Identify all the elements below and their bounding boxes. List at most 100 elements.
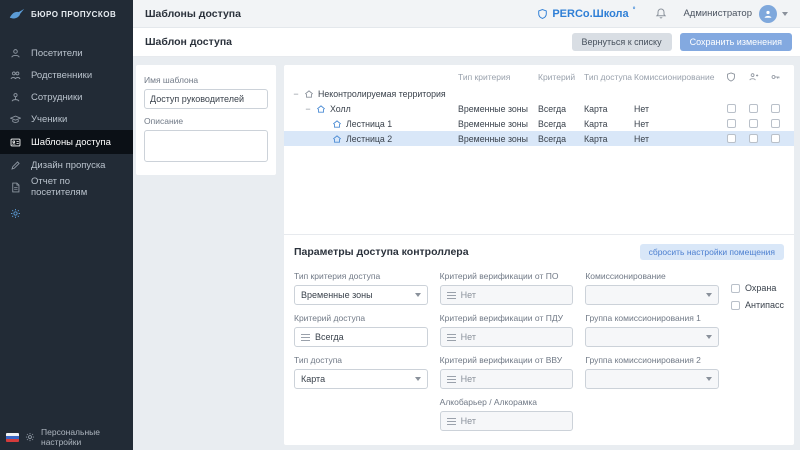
guard-checkbox[interactable] (727, 119, 736, 128)
commissioning-checkbox[interactable] (749, 134, 758, 143)
collapse-toggle[interactable]: − (304, 104, 312, 114)
template-name-input[interactable] (144, 89, 268, 109)
name-label: Имя шаблона (144, 75, 268, 85)
sidebar: БЮРО ПРОПУСКОВ Посетители Родственники С… (0, 0, 133, 450)
column-criteria: Критерий (538, 72, 584, 82)
sidebar-item-settings[interactable] (0, 202, 133, 224)
checkbox-label: Антипасс (745, 300, 784, 310)
field-label: Группа комиссионирования 2 (585, 355, 719, 365)
verification-vvu-input[interactable]: Нет (440, 369, 574, 389)
tree-row-hall[interactable]: − Холл Временные зоны Всегда Карта Нет (284, 101, 794, 116)
app-logo: БЮРО ПРОПУСКОВ (0, 0, 133, 28)
input-value: Нет (461, 416, 476, 426)
cell-criteria: Всегда (538, 119, 584, 129)
guard-checkbox[interactable] (727, 134, 736, 143)
key-checkbox[interactable] (771, 134, 780, 143)
report-icon (10, 182, 22, 193)
template-description-input[interactable] (144, 130, 268, 162)
guard-checkbox[interactable] (727, 104, 736, 113)
chevron-down-icon (706, 293, 712, 297)
cell-commissioning: Нет (634, 119, 720, 129)
template-form-card: Имя шаблона Описание (136, 65, 276, 175)
commissioning-group-2-select[interactable] (585, 369, 719, 389)
brand: PERCo.Школа ° (537, 8, 635, 20)
collapse-toggle[interactable]: − (292, 89, 300, 99)
rooms-tree: Тип критерия Критерий Тип доступа Комисс… (284, 65, 794, 234)
tree-row-label: Лестница 1 (346, 119, 392, 129)
gear-icon (10, 208, 22, 219)
guard-option[interactable]: Охрана (731, 283, 784, 293)
content: Имя шаблона Описание Тип критерия Критер… (133, 57, 800, 450)
field-label: Тип критерия доступа (294, 271, 428, 281)
select-value: Временные зоны (301, 290, 373, 300)
tree-row-stairs-2[interactable]: − Лестница 2 Временные зоны Всегда Карта… (284, 131, 794, 146)
commissioning-select[interactable] (585, 285, 719, 305)
territory-icon (304, 89, 314, 99)
back-to-list-button[interactable]: Вернуться к списку (572, 33, 672, 51)
input-value: Нет (461, 290, 476, 300)
antipass-option[interactable]: Антипасс (731, 300, 784, 310)
access-criteria-input[interactable]: Всегда (294, 327, 428, 347)
sidebar-item-pass-design[interactable]: Дизайн пропуска (0, 154, 133, 176)
tree-row-territory[interactable]: − Неконтролируемая территория (284, 86, 794, 101)
people-icon (10, 70, 22, 81)
user-name[interactable]: Администратор (683, 8, 752, 19)
verification-po-input[interactable]: Нет (440, 285, 574, 305)
key-checkbox[interactable] (771, 119, 780, 128)
antipass-checkbox[interactable] (731, 301, 740, 310)
alcobarrier-input[interactable]: Нет (440, 411, 574, 431)
russian-flag-icon[interactable] (6, 433, 19, 442)
field-label: Алкобарьер / Алкорамка (440, 397, 574, 407)
sidebar-item-label: Ученики (31, 114, 67, 125)
employee-icon (10, 92, 22, 103)
key-icon (764, 72, 786, 82)
field-label: Критерий верификации от ВВУ (440, 355, 574, 365)
commissioning-checkbox[interactable] (749, 119, 758, 128)
sidebar-item-relatives[interactable]: Родственники (0, 64, 133, 86)
avatar[interactable] (759, 5, 777, 23)
verification-pdu-input[interactable]: Нет (440, 327, 574, 347)
cell-commissioning: Нет (634, 104, 720, 114)
field-label: Критерий верификации от ПДУ (440, 313, 574, 323)
template-toolbar: Шаблон доступа Вернуться к списку Сохран… (133, 28, 800, 57)
save-changes-button[interactable]: Сохранить изменения (680, 33, 792, 51)
commissioning-checkbox[interactable] (749, 104, 758, 113)
cell-commissioning: Нет (634, 134, 720, 144)
brand-shield-icon (537, 8, 548, 20)
sidebar-item-employees[interactable]: Сотрудники (0, 86, 133, 108)
list-icon (301, 334, 310, 341)
template-title: Шаблон доступа (145, 36, 232, 48)
reset-room-settings-button[interactable]: сбросить настройки помещения (640, 244, 784, 260)
tree-row-stairs-1[interactable]: − Лестница 1 Временные зоны Всегда Карта… (284, 116, 794, 131)
bell-icon[interactable] (655, 7, 667, 20)
sidebar-item-visitors[interactable]: Посетители (0, 42, 133, 64)
input-value: Нет (461, 374, 476, 384)
cell-criteria: Всегда (538, 134, 584, 144)
guard-checkbox[interactable] (731, 284, 740, 293)
tree-row-label: Холл (330, 104, 351, 114)
sidebar-item-label: Сотрудники (31, 92, 82, 103)
sidebar-item-label: Отчет по посетителям (31, 176, 123, 198)
key-checkbox[interactable] (771, 104, 780, 113)
pencil-icon (10, 160, 22, 171)
tree-row-label: Лестница 2 (346, 134, 392, 144)
personal-settings[interactable]: Персональные настройки (0, 424, 133, 450)
personal-settings-label: Персональные настройки (41, 427, 127, 447)
field-label: Группа комиссионирования 1 (585, 313, 719, 323)
sidebar-item-access-templates[interactable]: Шаблоны доступа (0, 130, 133, 154)
cell-criteria: Всегда (538, 104, 584, 114)
cell-criteria-type: Временные зоны (458, 119, 538, 129)
chevron-down-icon (415, 293, 421, 297)
sidebar-item-visitor-report[interactable]: Отчет по посетителям (0, 176, 133, 198)
access-type-select[interactable]: Карта (294, 369, 428, 389)
sidebar-item-students[interactable]: Ученики (0, 108, 133, 130)
person-plus-icon (742, 72, 764, 82)
access-panel: Тип критерия Критерий Тип доступа Комисс… (284, 65, 794, 445)
commissioning-group-1-select[interactable] (585, 327, 719, 347)
access-criteria-type-select[interactable]: Временные зоны (294, 285, 428, 305)
field-label: Критерий верификации от ПО (440, 271, 574, 281)
cell-access-type: Карта (584, 104, 634, 114)
select-value: Карта (301, 374, 325, 384)
gear-icon (25, 432, 35, 442)
chevron-down-icon[interactable] (782, 12, 788, 16)
